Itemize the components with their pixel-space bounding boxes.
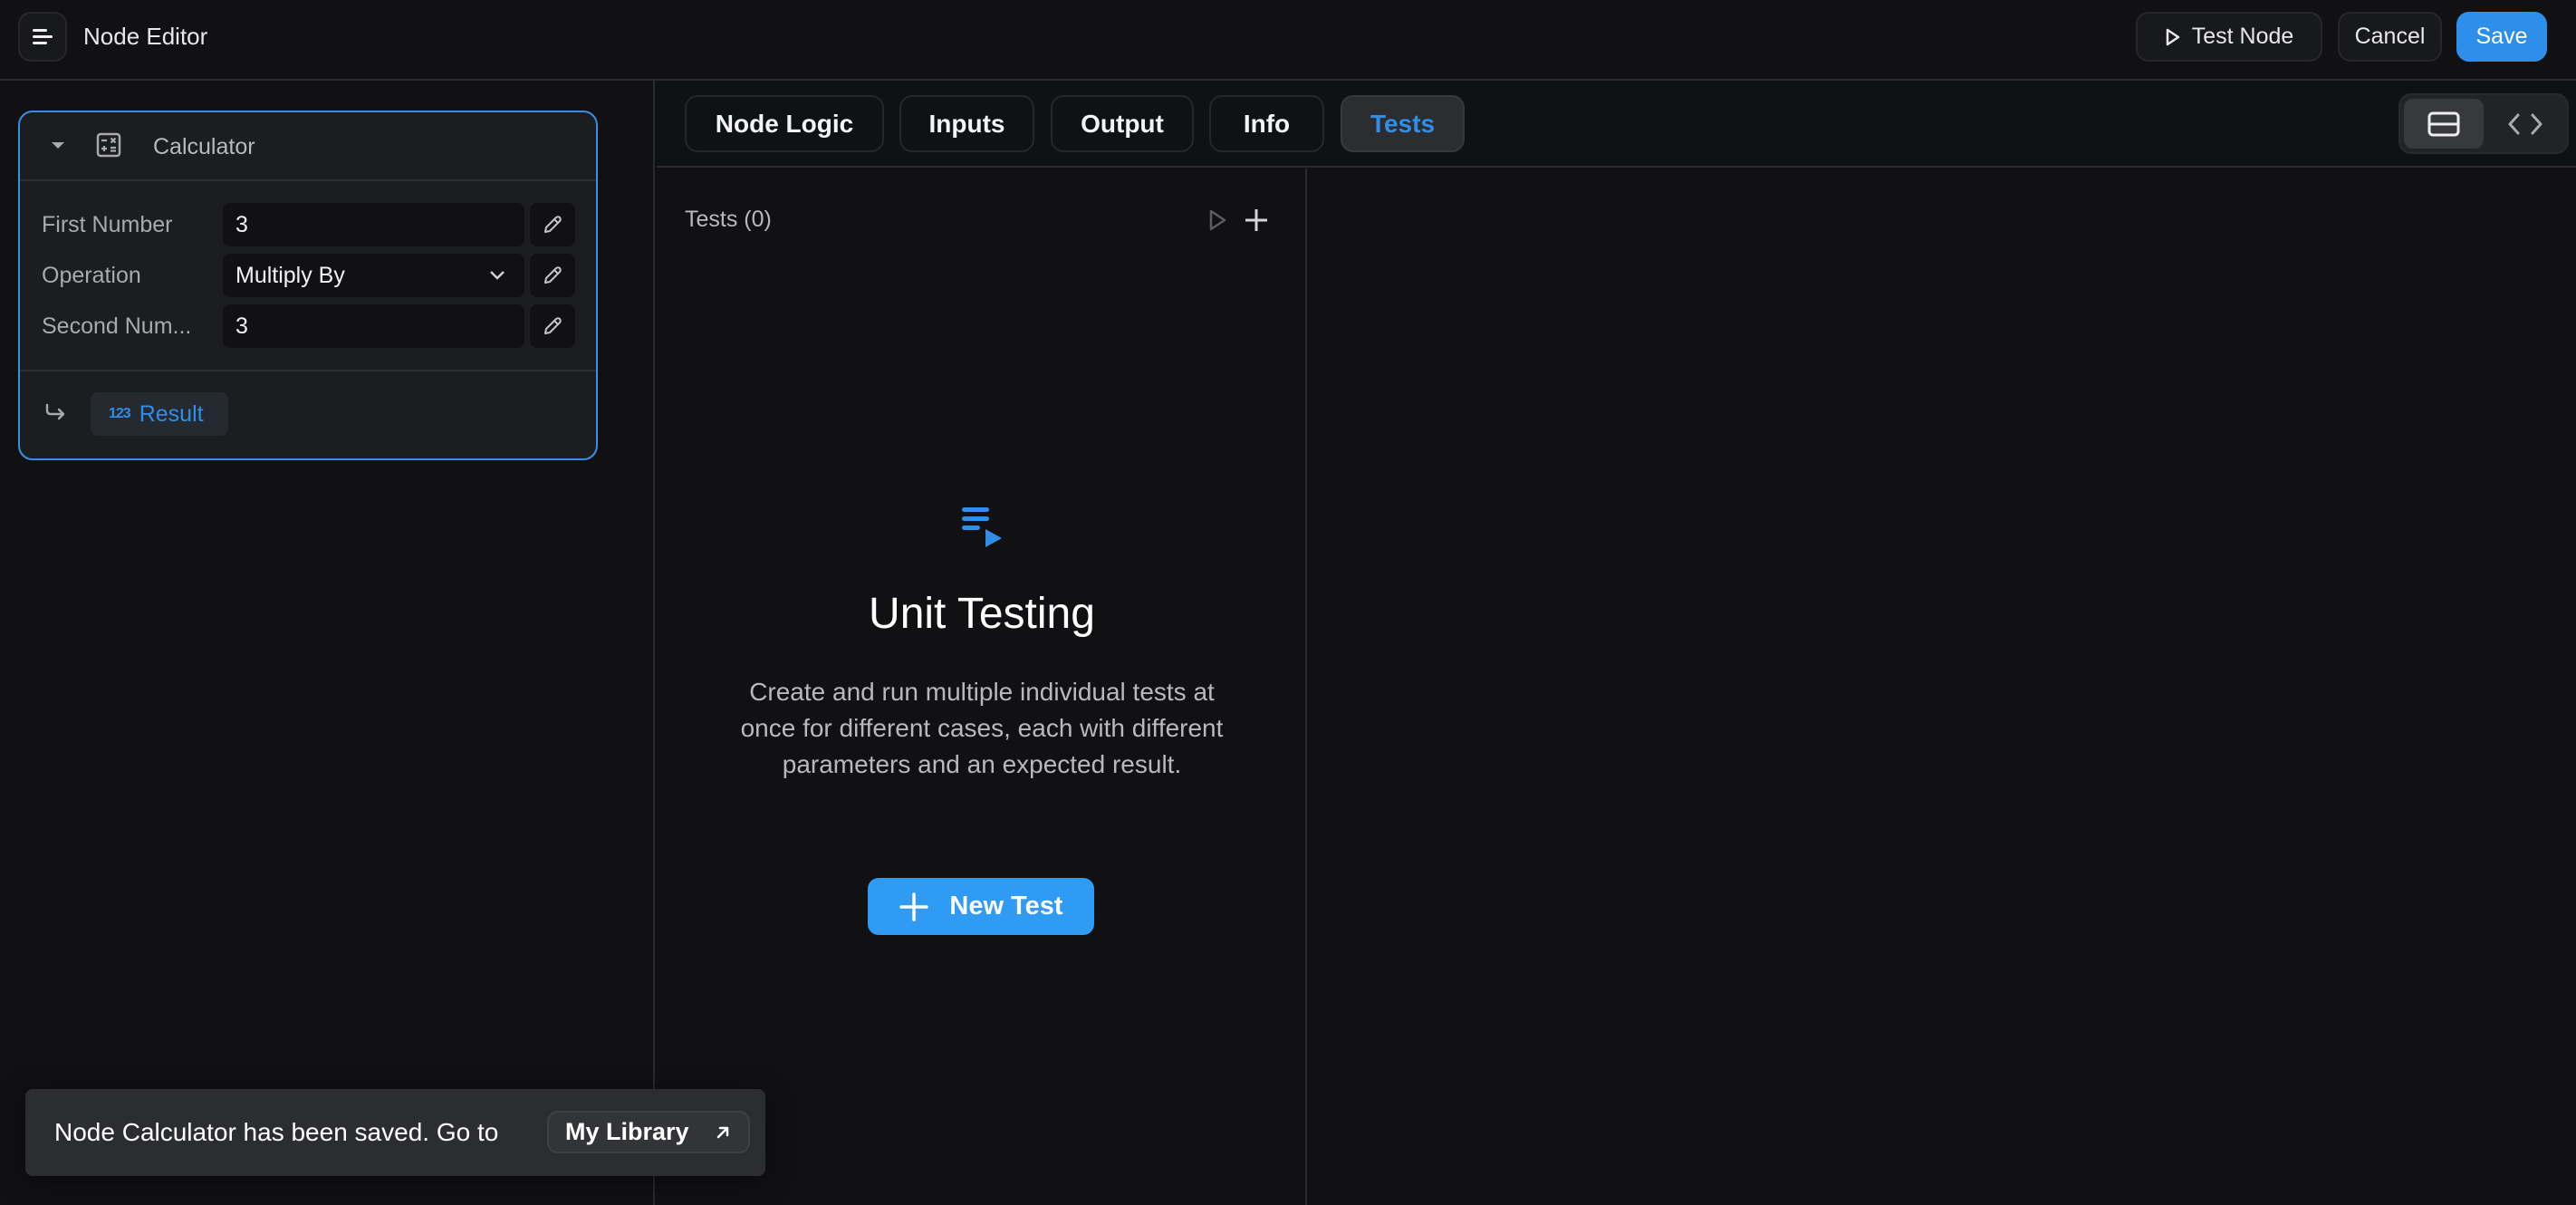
output-result-chip[interactable]: 123 Result <box>91 392 228 436</box>
my-library-label: My Library <box>565 1118 689 1145</box>
tests-list-panel: Tests (0) Unit Testing Create and run mu… <box>657 169 1307 1205</box>
tab-node-logic[interactable]: Node Logic <box>685 95 884 152</box>
tests-count-heading: Tests (0) <box>685 207 772 232</box>
test-node-label: Test Node <box>2191 24 2294 49</box>
caret-down-icon[interactable] <box>49 138 67 152</box>
field-row-second-number: Second Num... 3 <box>20 304 596 348</box>
play-icon <box>1209 209 1226 231</box>
external-arrow-icon <box>716 1126 728 1138</box>
plus-icon <box>1245 209 1267 231</box>
add-test-button[interactable] <box>1241 205 1272 236</box>
play-icon <box>2166 28 2179 45</box>
field-label: Operation <box>42 263 141 288</box>
test-detail-panel <box>1309 169 2576 1205</box>
pencil-icon <box>544 216 562 233</box>
code-icon <box>2508 113 2542 134</box>
chevron-down-icon <box>490 271 505 280</box>
divider <box>20 370 596 371</box>
field-label: First Number <box>42 212 173 237</box>
node-card-header: Calculator <box>20 112 596 181</box>
edit-field-button[interactable] <box>530 304 575 348</box>
first-number-input[interactable]: 3 <box>223 203 524 246</box>
editor-tab-bar: Node Logic Inputs Output Info Tests <box>657 81 2576 168</box>
second-number-input[interactable]: 3 <box>223 304 524 348</box>
my-library-link[interactable]: My Library <box>547 1111 750 1153</box>
menu-button[interactable] <box>18 12 67 62</box>
output-label: Result <box>139 400 204 427</box>
top-bar: Node Editor Test Node Cancel Save <box>0 0 2576 81</box>
tab-inputs[interactable]: Inputs <box>899 95 1034 152</box>
code-view-button[interactable] <box>2485 99 2565 149</box>
save-button[interactable]: Save <box>2456 12 2547 62</box>
edit-field-button[interactable] <box>530 203 575 246</box>
playlist-play-icon <box>962 507 1002 547</box>
hamburger-menu-icon <box>33 28 53 44</box>
tab-tests[interactable]: Tests <box>1341 95 1465 152</box>
split-view-button[interactable] <box>2404 99 2484 149</box>
field-row-first-number: First Number 3 <box>20 203 596 246</box>
toast-message: Node Calculator has been saved. Go to <box>54 1118 499 1146</box>
run-all-tests-button[interactable] <box>1204 207 1231 234</box>
field-row-operation: Operation Multiply By <box>20 254 596 297</box>
node-card[interactable]: Calculator First Number 3 Operation Mult… <box>18 111 598 460</box>
page-title: Node Editor <box>83 23 208 50</box>
cancel-button[interactable]: Cancel <box>2338 12 2442 62</box>
edit-field-button[interactable] <box>530 254 575 297</box>
output-arrow-icon <box>45 403 65 420</box>
view-toggle <box>2398 93 2569 154</box>
pencil-icon <box>544 266 562 284</box>
plus-icon <box>899 892 929 921</box>
empty-state-title: Unit Testing <box>869 590 1095 638</box>
pencil-icon <box>544 317 562 334</box>
test-node-button[interactable]: Test Node <box>2136 12 2322 62</box>
empty-state-description: Create and run multiple individual tests… <box>740 678 1224 778</box>
node-title: Calculator <box>153 134 255 159</box>
split-view-icon <box>2427 111 2460 136</box>
save-toast: Node Calculator has been saved. Go to My… <box>25 1089 765 1176</box>
tab-info[interactable]: Info <box>1209 95 1324 152</box>
calculator-icon <box>96 132 121 158</box>
number-type-icon: 123 <box>109 406 131 421</box>
field-label: Second Num... <box>42 313 192 339</box>
operation-select[interactable]: Multiply By <box>223 254 524 297</box>
new-test-label: New Test <box>949 892 1063 921</box>
operation-value: Multiply By <box>235 263 345 288</box>
tab-output[interactable]: Output <box>1051 95 1194 152</box>
new-test-button[interactable]: New Test <box>868 878 1094 935</box>
